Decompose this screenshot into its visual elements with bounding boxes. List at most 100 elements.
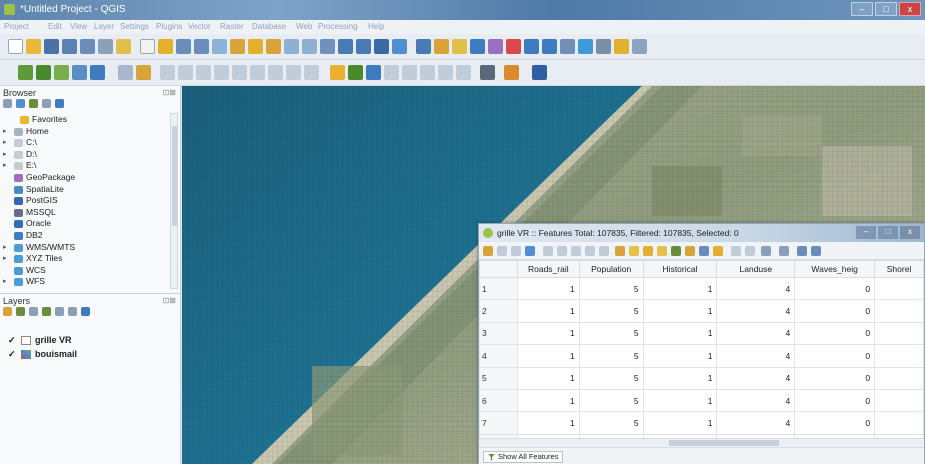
- browser-item[interactable]: ▸ Home: [0, 126, 170, 138]
- table-row[interactable]: 515140: [479, 366, 924, 390]
- menu-web[interactable]: Web: [296, 22, 312, 31]
- table-cell[interactable]: 4: [716, 299, 796, 323]
- menu-processing[interactable]: Processing: [318, 22, 358, 31]
- menu-settings[interactable]: Settings: [120, 22, 149, 31]
- layer-labeling-icon[interactable]: [348, 65, 363, 80]
- browser-item[interactable]: Oracle: [0, 218, 170, 230]
- table-cell[interactable]: 1: [516, 299, 580, 323]
- select-features-icon[interactable]: [434, 39, 449, 54]
- filter-select-icon[interactable]: [671, 246, 681, 256]
- save-as-icon[interactable]: [62, 39, 77, 54]
- zoom-full-icon[interactable]: [230, 39, 245, 54]
- expand-arrow-icon[interactable]: ▸: [3, 126, 7, 138]
- label-props-icon[interactable]: [456, 65, 471, 80]
- table-cell[interactable]: 1: [642, 321, 718, 346]
- table-cell[interactable]: 1: [642, 276, 718, 301]
- table-row[interactable]: 315140: [479, 321, 924, 346]
- show-bookmarks-icon[interactable]: [560, 39, 575, 54]
- label-icon[interactable]: [330, 65, 345, 80]
- column-header[interactable]: Roads_rail: [516, 260, 580, 278]
- menu-database[interactable]: Database: [252, 22, 286, 31]
- table-cell[interactable]: [874, 344, 924, 368]
- paste-icon[interactable]: [599, 246, 609, 256]
- reload-icon[interactable]: [525, 246, 535, 256]
- field-calculator-icon[interactable]: [761, 246, 771, 256]
- browser-item[interactable]: GeoPackage: [0, 172, 170, 184]
- zoom-in-icon[interactable]: [176, 39, 191, 54]
- table-cell[interactable]: 4: [716, 276, 796, 301]
- collapse-all-icon[interactable]: [68, 307, 77, 316]
- close-button[interactable]: x: [899, 2, 921, 16]
- table-cell[interactable]: 5: [578, 299, 644, 323]
- expand-arrow-icon[interactable]: ▸: [3, 253, 7, 265]
- table-cell[interactable]: [874, 276, 924, 301]
- browser-item[interactable]: ▸ C:\: [0, 137, 170, 149]
- table-cell[interactable]: 1: [642, 299, 718, 323]
- row-number[interactable]: 1: [479, 276, 518, 301]
- new-field-icon[interactable]: [731, 246, 741, 256]
- save-edits-icon[interactable]: [160, 65, 175, 80]
- table-row[interactable]: 415140: [479, 344, 924, 368]
- select-by-expression-icon[interactable]: [615, 246, 625, 256]
- collapse-all-icon[interactable]: [42, 99, 51, 108]
- layer-visibility-checkbox[interactable]: ✓: [8, 349, 17, 360]
- add-feature-icon[interactable]: [543, 246, 553, 256]
- browser-item[interactable]: DB2: [0, 230, 170, 242]
- manage-map-themes-icon[interactable]: [29, 307, 38, 316]
- pin-labels-icon[interactable]: [366, 65, 381, 80]
- table-cell[interactable]: 0: [794, 388, 876, 413]
- column-header[interactable]: Population: [578, 260, 644, 278]
- new-3d-map-icon[interactable]: [356, 39, 371, 54]
- table-cell[interactable]: 1: [642, 388, 718, 413]
- open-attribute-table-icon[interactable]: [470, 39, 485, 54]
- table-cell[interactable]: 0: [794, 366, 876, 390]
- dock-table-icon[interactable]: [797, 246, 807, 256]
- redo-icon[interactable]: [304, 65, 319, 80]
- browser-item[interactable]: ▸ XYZ Tiles: [0, 253, 170, 265]
- change-label-icon[interactable]: [438, 65, 453, 80]
- table-cell[interactable]: 0: [794, 411, 876, 435]
- add-spatialite-icon[interactable]: [90, 65, 105, 80]
- table-cell[interactable]: [874, 321, 924, 346]
- pan-to-selection-icon[interactable]: [699, 246, 709, 256]
- expand-arrow-icon[interactable]: ▸: [3, 242, 7, 254]
- refresh-icon[interactable]: [392, 39, 407, 54]
- zoom-last-icon[interactable]: [302, 39, 317, 54]
- table-cell[interactable]: 1: [516, 276, 580, 301]
- add-postgis-icon[interactable]: [72, 65, 87, 80]
- maximize-button[interactable]: □: [875, 2, 897, 16]
- zoom-rubberband-icon[interactable]: [212, 39, 227, 54]
- browser-item[interactable]: ▸ WFS: [0, 276, 170, 288]
- browser-item[interactable]: Favorites: [0, 114, 170, 126]
- browser-scrollbar[interactable]: [170, 113, 178, 289]
- save-edits-icon[interactable]: [511, 246, 521, 256]
- bookmark-icon[interactable]: [542, 39, 557, 54]
- table-cell[interactable]: 4: [716, 411, 796, 435]
- add-vector-layer-icon[interactable]: [36, 65, 51, 80]
- multi-edit-icon[interactable]: [497, 246, 507, 256]
- edit-pencil-icon[interactable]: [136, 65, 151, 80]
- table-cell[interactable]: [874, 411, 924, 435]
- expand-arrow-icon[interactable]: ▸: [3, 137, 7, 149]
- new-map-view-icon[interactable]: [338, 39, 353, 54]
- table-row[interactable]: 115140: [479, 276, 924, 301]
- properties-icon[interactable]: [55, 99, 64, 108]
- table-cell[interactable]: 5: [578, 366, 644, 390]
- panel-close-icon[interactable]: ⊡⊠: [163, 296, 176, 305]
- move-label-icon[interactable]: [402, 65, 417, 80]
- vertex-tool-icon[interactable]: [196, 65, 211, 80]
- table-cell[interactable]: 0: [794, 299, 876, 323]
- cut-icon[interactable]: [571, 246, 581, 256]
- undo-icon[interactable]: [286, 65, 301, 80]
- scrollbar-thumb[interactable]: [669, 440, 779, 446]
- column-header[interactable]: Waves_heig: [794, 260, 876, 278]
- digitize-icon[interactable]: [118, 65, 133, 80]
- layer-item-bouismail[interactable]: ✓ bouismail: [8, 348, 77, 360]
- open-project-icon[interactable]: [26, 39, 41, 54]
- expand-all-icon[interactable]: [55, 307, 64, 316]
- filter-icon[interactable]: [29, 99, 38, 108]
- show-hide-labels-icon[interactable]: [384, 65, 399, 80]
- identify-icon[interactable]: [416, 39, 431, 54]
- print-layout-icon[interactable]: [80, 39, 95, 54]
- table-cell[interactable]: 1: [516, 366, 580, 390]
